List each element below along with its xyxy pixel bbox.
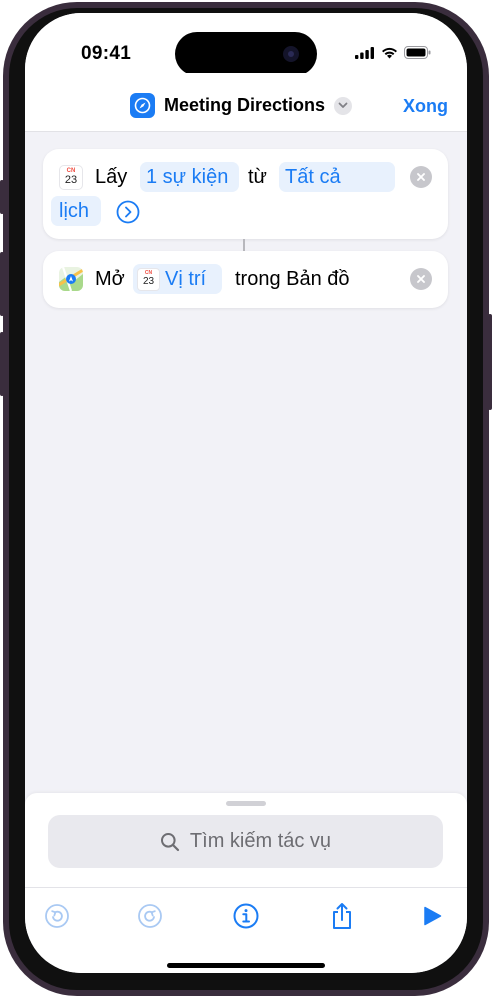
wifi-icon <box>382 47 397 58</box>
battery-icon <box>404 46 431 59</box>
expand-chevron-icon[interactable] <box>116 200 140 224</box>
chevron-down-icon <box>334 96 353 115</box>
compass-icon <box>130 93 155 118</box>
dynamic-island <box>175 32 317 76</box>
toolbar-divider <box>25 887 467 888</box>
status-time: 09:41 <box>81 43 132 64</box>
info-button[interactable] <box>231 901 261 931</box>
action-verb-get: Lấy <box>95 166 128 188</box>
status-icons <box>355 46 431 59</box>
events-parameter[interactable]: 1 sự kiện <box>140 162 239 192</box>
calendar-parameter-line1[interactable]: Tất cả <box>279 162 395 192</box>
close-icon <box>417 275 425 283</box>
shortcut-title: Meeting Directions <box>164 95 326 115</box>
done-button[interactable]: Xong <box>403 96 448 117</box>
action-search-panel: Tìm kiếm tác vụ <box>25 793 467 973</box>
search-actions-field[interactable]: Tìm kiếm tác vụ <box>48 815 443 868</box>
home-indicator <box>167 963 325 968</box>
share-button[interactable] <box>327 901 357 931</box>
cellular-signal-icon <box>355 46 374 59</box>
power-button <box>488 314 492 410</box>
from-label: từ <box>248 166 267 188</box>
search-placeholder: Tìm kiếm tác vụ <box>189 830 332 852</box>
run-button[interactable] <box>417 901 447 931</box>
redo-button[interactable] <box>135 901 165 931</box>
remove-action-button[interactable] <box>410 166 432 188</box>
close-icon <box>417 173 425 181</box>
share-icon <box>333 903 351 929</box>
open-in-maps-action[interactable]: Mở CN 23 Vị trí trong Bản đồ <box>43 251 448 308</box>
calendar-icon-day: 23 <box>64 174 78 186</box>
maps-icon <box>59 267 83 291</box>
search-icon <box>160 832 180 851</box>
remove-action-button[interactable] <box>410 268 432 290</box>
redo-icon <box>138 904 162 928</box>
volume-up-button <box>0 252 4 316</box>
volume-down-button <box>0 332 4 396</box>
screen: 09:41 Meeting Directions Xong CN 23 Lấy … <box>25 13 467 973</box>
undo-icon <box>45 904 69 928</box>
action-verb-open: Mở <box>95 268 125 290</box>
calendar-parameter-line2[interactable]: lịch <box>51 196 101 226</box>
undo-button[interactable] <box>42 901 72 931</box>
camera-icon <box>283 46 299 62</box>
calendar-icon: CN 23 <box>59 165 83 190</box>
play-icon <box>424 906 442 926</box>
action-button <box>0 180 4 214</box>
in-maps-label: trong Bản đồ <box>235 268 350 290</box>
location-parameter[interactable]: CN 23 Vị trí <box>133 264 222 294</box>
get-events-action[interactable]: CN 23 Lấy 1 sự kiện từ Tất cả lịch <box>43 149 448 239</box>
status-bar: 09:41 <box>25 13 467 76</box>
panel-grabber[interactable] <box>226 801 266 806</box>
calendar-icon-day: 23 <box>142 276 155 287</box>
shortcut-title-menu[interactable]: Meeting Directions <box>130 93 353 118</box>
action-connector <box>243 239 245 251</box>
info-icon <box>233 903 259 929</box>
navigation-bar: Meeting Directions Xong <box>25 73 467 132</box>
calendar-icon: CN 23 <box>137 268 160 291</box>
